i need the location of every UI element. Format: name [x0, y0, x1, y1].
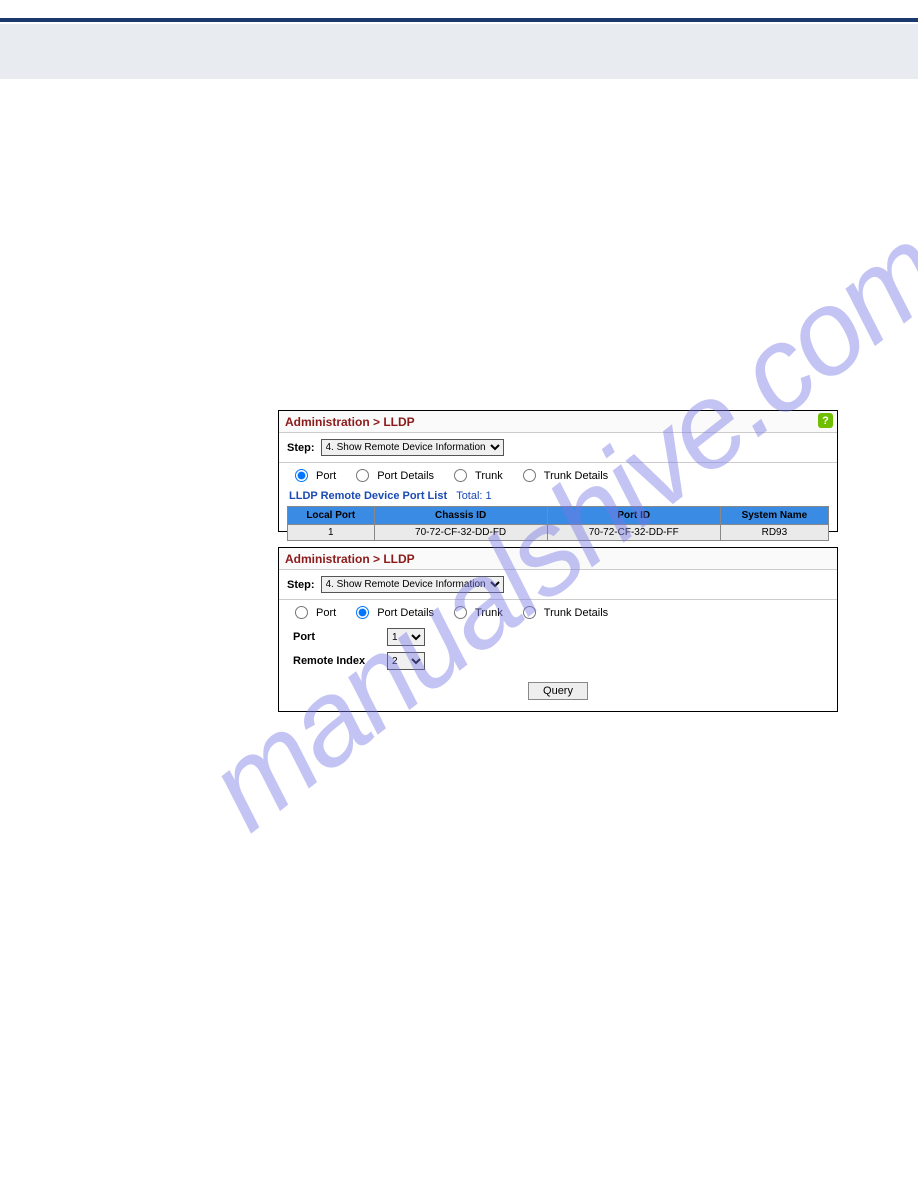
- breadcrumb: Administration > LLDP ?: [279, 411, 837, 433]
- col-system-name: System Name: [720, 507, 828, 525]
- port-radio-label: Port: [316, 470, 336, 482]
- trunk-details-radio[interactable]: [523, 606, 536, 619]
- top-border: [0, 18, 918, 22]
- query-button[interactable]: Query: [528, 682, 588, 700]
- breadcrumb: Administration > LLDP: [279, 548, 837, 570]
- port-details-radio-label: Port Details: [377, 470, 434, 482]
- trunk-radio-label: Trunk: [475, 607, 503, 619]
- port-row: Port 1: [279, 625, 837, 649]
- step-select[interactable]: 4. Show Remote Device Information: [321, 439, 504, 456]
- step-row: Step: 4. Show Remote Device Information: [279, 570, 837, 600]
- col-chassis-id: Chassis ID: [374, 507, 547, 525]
- query-row: Query: [279, 673, 837, 706]
- port-label: Port: [293, 631, 383, 643]
- remote-index-label: Remote Index: [293, 655, 383, 667]
- help-icon[interactable]: ?: [818, 413, 833, 428]
- remote-device-table: Local Port Chassis ID Port ID System Nam…: [287, 506, 829, 541]
- cell-chassis-id: 70-72-CF-32-DD-FD: [374, 525, 547, 541]
- cell-local-port: 1: [288, 525, 375, 541]
- view-radio-row: Port Port Details Trunk Trunk Details: [279, 463, 837, 488]
- lldp-port-details-panel: Administration > LLDP Step: 4. Show Remo…: [278, 547, 838, 712]
- header-strip: [0, 24, 918, 79]
- remote-index-select[interactable]: 2: [387, 652, 425, 670]
- step-label: Step:: [287, 442, 315, 454]
- port-select[interactable]: 1: [387, 628, 425, 646]
- trunk-details-radio-label: Trunk Details: [544, 470, 608, 482]
- total-label: Total:: [456, 490, 482, 502]
- step-label: Step:: [287, 579, 315, 591]
- step-select[interactable]: 4. Show Remote Device Information: [321, 576, 504, 593]
- trunk-radio[interactable]: [454, 606, 467, 619]
- col-local-port: Local Port: [288, 507, 375, 525]
- port-radio-label: Port: [316, 607, 336, 619]
- port-radio[interactable]: [295, 606, 308, 619]
- port-details-radio[interactable]: [356, 606, 369, 619]
- trunk-details-radio-label: Trunk Details: [544, 607, 608, 619]
- cell-port-id: 70-72-CF-32-DD-FF: [547, 525, 720, 541]
- view-radio-row: Port Port Details Trunk Trunk Details: [279, 600, 837, 625]
- total-value: 1: [486, 490, 492, 502]
- lldp-port-list-panel: Administration > LLDP ? Step: 4. Show Re…: [278, 410, 838, 532]
- step-row: Step: 4. Show Remote Device Information: [279, 433, 837, 463]
- port-radio[interactable]: [295, 469, 308, 482]
- trunk-radio[interactable]: [454, 469, 467, 482]
- list-title-text: LLDP Remote Device Port List: [289, 490, 447, 502]
- list-title: LLDP Remote Device Port List Total: 1: [279, 488, 837, 506]
- trunk-radio-label: Trunk: [475, 470, 503, 482]
- port-details-radio[interactable]: [356, 469, 369, 482]
- table-header-row: Local Port Chassis ID Port ID System Nam…: [288, 507, 829, 525]
- cell-system-name: RD93: [720, 525, 828, 541]
- trunk-details-radio[interactable]: [523, 469, 536, 482]
- table-row[interactable]: 1 70-72-CF-32-DD-FD 70-72-CF-32-DD-FF RD…: [288, 525, 829, 541]
- breadcrumb-text: Administration > LLDP: [285, 415, 415, 429]
- col-port-id: Port ID: [547, 507, 720, 525]
- port-details-radio-label: Port Details: [377, 607, 434, 619]
- remote-index-row: Remote Index 2: [279, 649, 837, 673]
- breadcrumb-text: Administration > LLDP: [285, 552, 415, 566]
